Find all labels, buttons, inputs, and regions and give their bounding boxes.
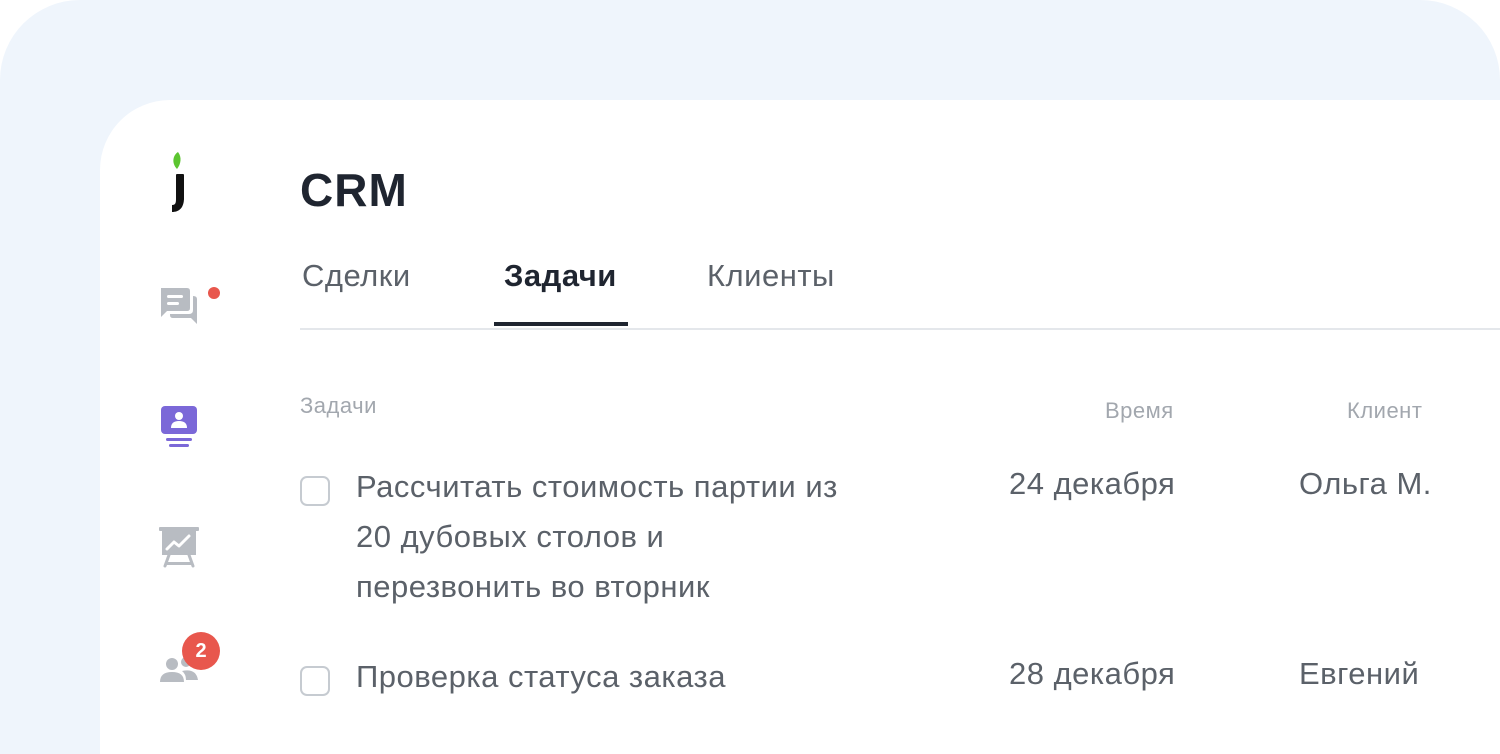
notification-dot xyxy=(208,287,220,299)
column-header-time: Время xyxy=(1105,398,1174,423)
sidebar-item-analytics[interactable] xyxy=(155,524,203,572)
tabs-bar: Сделки Задачи Клиенты xyxy=(300,250,1500,330)
crm-contact-icon xyxy=(161,406,197,447)
active-tab-indicator xyxy=(494,322,628,326)
chat-icon xyxy=(161,288,197,324)
task-title[interactable]: Рассчитать стоимость партии из 20 дубовы… xyxy=(356,462,856,612)
app-logo xyxy=(172,152,184,212)
sidebar-item-chats[interactable] xyxy=(155,284,203,332)
task-time: 28 декабря xyxy=(1009,656,1176,691)
users-count-badge: 2 xyxy=(182,632,220,670)
sidebar-item-crm[interactable] xyxy=(155,404,203,452)
column-header-client: Клиент xyxy=(1347,398,1423,423)
tab-deals[interactable]: Сделки xyxy=(302,258,411,294)
task-checkbox[interactable] xyxy=(300,476,330,506)
task-title[interactable]: Проверка статуса заказа xyxy=(356,652,856,702)
tab-clients[interactable]: Клиенты xyxy=(707,258,835,294)
task-time: 24 декабря xyxy=(1009,466,1176,501)
page-title: CRM xyxy=(300,164,408,216)
task-checkbox[interactable] xyxy=(300,666,330,696)
task-client[interactable]: Евгений xyxy=(1299,656,1419,692)
analytics-board-icon xyxy=(159,527,199,568)
column-header-task: Задачи xyxy=(300,393,377,418)
task-client[interactable]: Ольга М. xyxy=(1299,466,1432,502)
tab-tasks[interactable]: Задачи xyxy=(504,258,617,294)
